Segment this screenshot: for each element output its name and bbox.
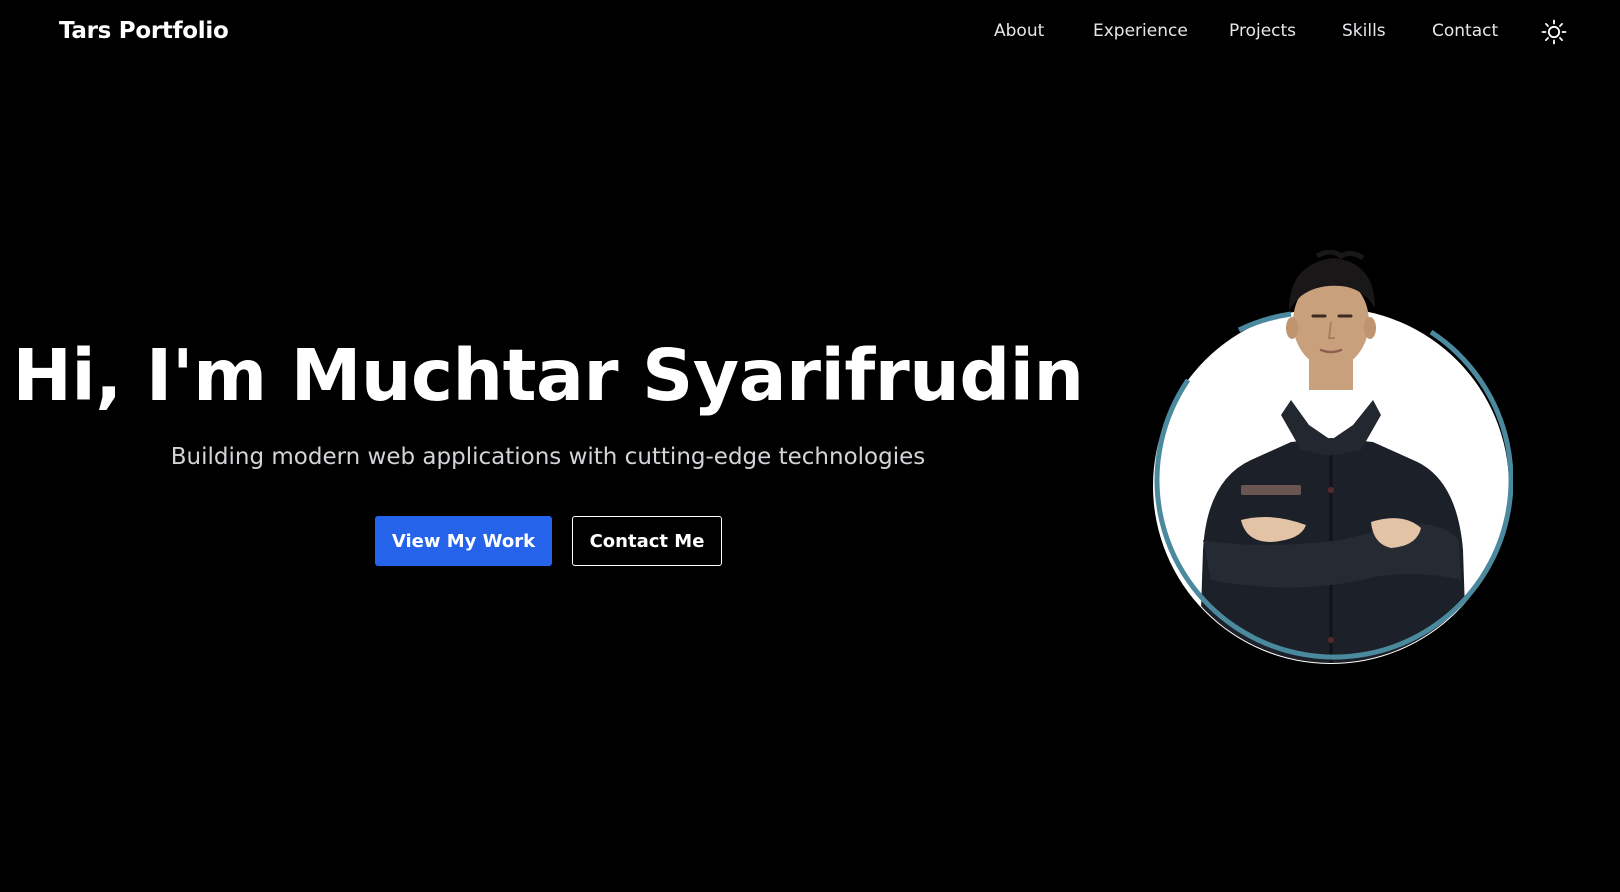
profile-avatar [1141, 249, 1514, 675]
view-my-work-button[interactable]: View My Work [375, 516, 552, 566]
profile-photo-icon [1153, 249, 1514, 664]
hero-title: Hi, I'm Muchtar Syarifrudin [12, 334, 1084, 417]
nav-about[interactable]: About [994, 21, 1044, 41]
contact-me-button[interactable]: Contact Me [572, 516, 722, 566]
nav-contact[interactable]: Contact [1432, 21, 1498, 41]
nav-links: About Experience Projects Skills Contact [0, 21, 1620, 49]
nav-experience[interactable]: Experience [1093, 21, 1188, 41]
theme-toggle-button[interactable] [1540, 18, 1568, 46]
hero-subtitle: Building modern web applications with cu… [170, 444, 926, 470]
navbar: Tars Portfolio About Experience Projects… [0, 0, 1620, 68]
page: Tars Portfolio About Experience Projects… [0, 0, 1620, 892]
nav-skills[interactable]: Skills [1342, 21, 1386, 41]
nav-projects[interactable]: Projects [1229, 21, 1296, 41]
sun-icon [1541, 19, 1567, 45]
